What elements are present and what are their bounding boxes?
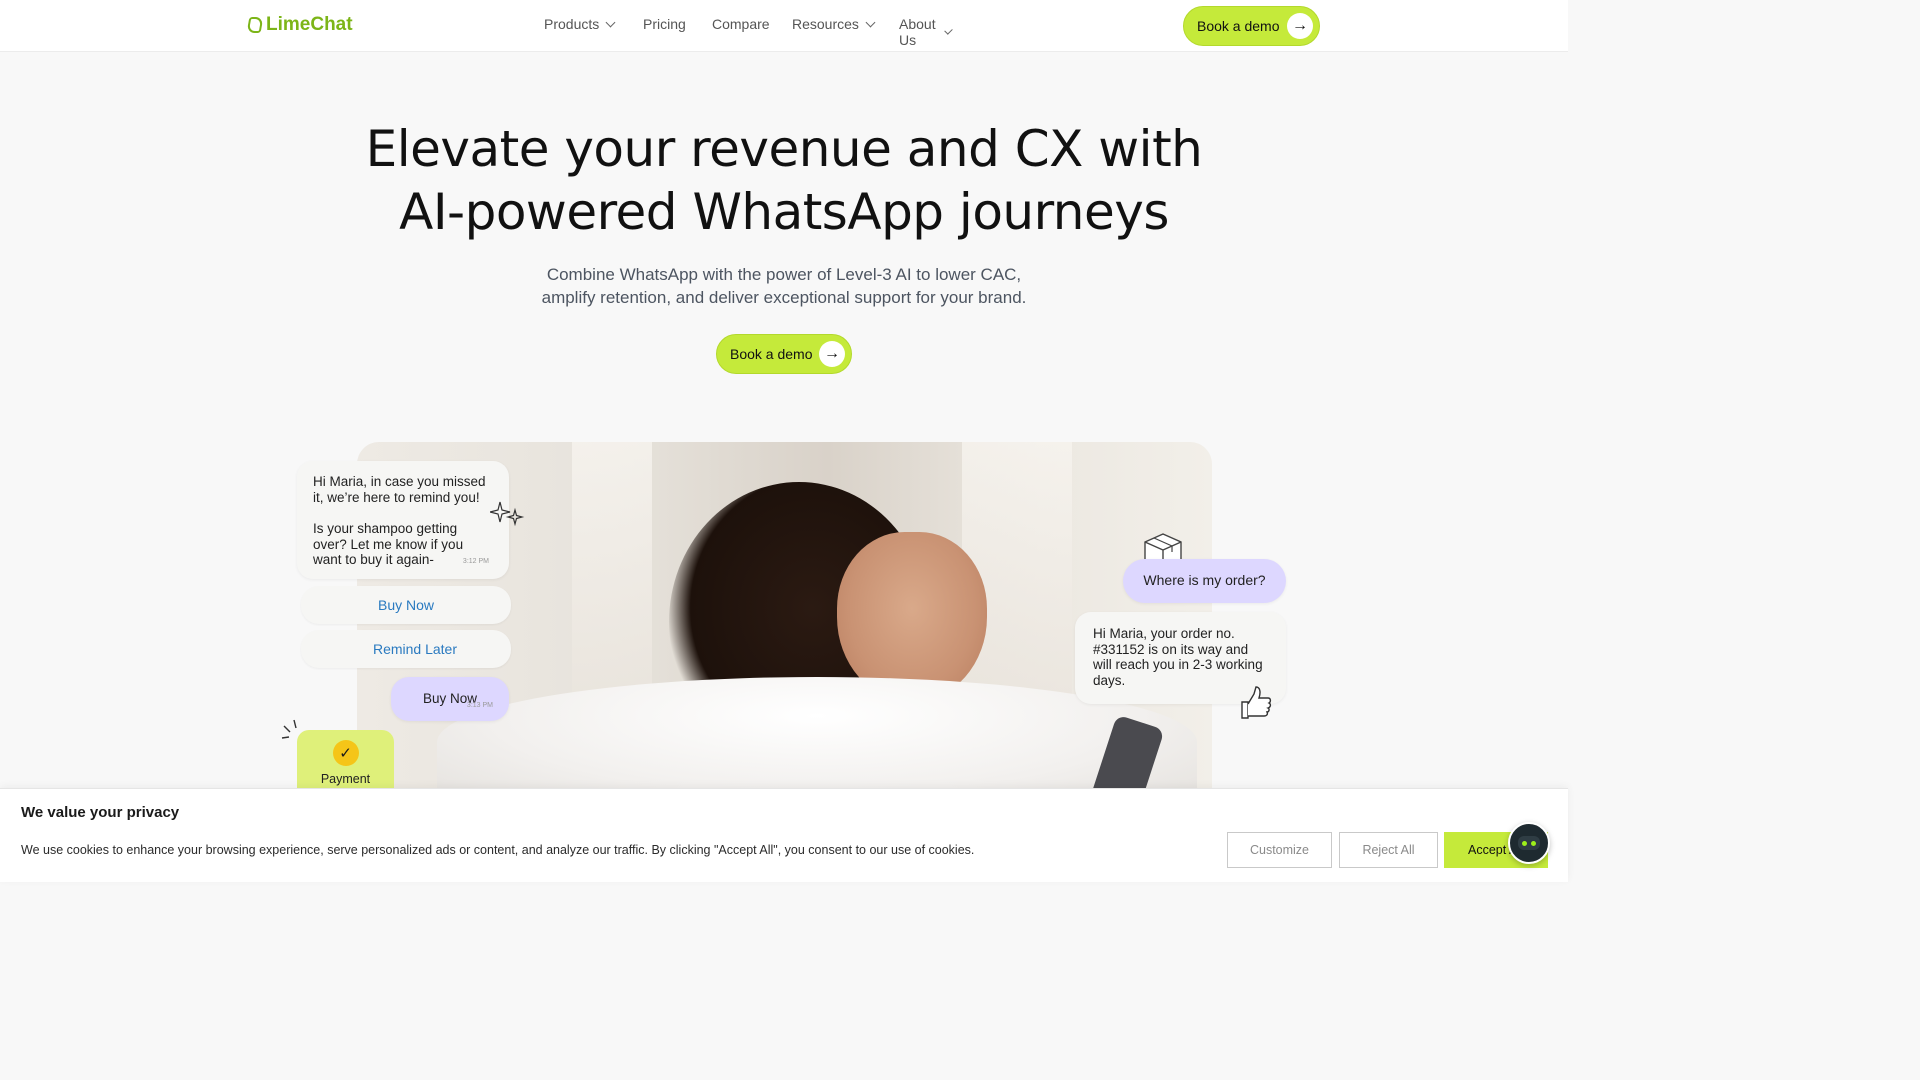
hero-title-line-2: AI-powered WhatsApp journeys xyxy=(399,183,1169,241)
chatbot-icon xyxy=(1518,836,1540,850)
button-label: Customize xyxy=(1249,843,1310,857)
nav-label: Resources xyxy=(792,16,859,32)
arrow-right-icon: → xyxy=(819,341,845,367)
hero-title-line-1: Elevate your revenue and CX with xyxy=(365,120,1203,178)
chatbot-launcher[interactable] xyxy=(1508,822,1550,864)
message-timestamp: 3:13 PM xyxy=(466,701,493,709)
nav-about-us[interactable]: About Us xyxy=(899,16,953,48)
nav-products[interactable]: Products xyxy=(544,16,616,32)
arrow-right-icon: → xyxy=(1287,13,1313,39)
order-question-bubble: Where is my order? xyxy=(1123,559,1286,603)
reminder-message-bubble: Hi Maria, in case you missed it, we’re h… xyxy=(297,461,509,579)
leaf-logo-icon xyxy=(246,17,264,33)
cookie-banner xyxy=(0,788,1568,882)
user-reply-bubble: Buy Now 3:13 PM xyxy=(391,677,509,721)
logo[interactable]: LimeChat xyxy=(246,14,353,36)
nav-label: About Us xyxy=(899,16,936,48)
nav-compare[interactable]: Compare xyxy=(712,16,770,32)
payment-label: Payment xyxy=(320,772,371,786)
reminder-text-1: Hi Maria, in case you missed it, we’re h… xyxy=(313,474,486,505)
header-book-demo-button[interactable]: Book a demo → xyxy=(1183,6,1320,46)
button-label: Book a demo xyxy=(730,346,813,362)
nav-label: Compare xyxy=(712,16,770,32)
quick-reply-buy-now[interactable]: Buy Now xyxy=(301,586,511,624)
hero-subtitle-line-1: Combine WhatsApp with the power of Level… xyxy=(546,265,1022,284)
customize-button[interactable]: Customize xyxy=(1227,832,1332,868)
bot-eye xyxy=(1522,840,1527,846)
order-question-text: Where is my order? xyxy=(1143,572,1266,589)
site-header: LimeChat Products Pricing Compare Resour… xyxy=(0,0,1568,52)
chevron-down-icon xyxy=(605,17,616,27)
cookie-title: We value your privacy xyxy=(21,804,180,821)
message-timestamp: 3:12 PM xyxy=(462,557,489,565)
quick-reply-remind-later[interactable]: Remind Later xyxy=(301,630,511,668)
button-label: Book a demo xyxy=(1197,18,1280,34)
thumbs-up-icon xyxy=(1241,686,1272,719)
hero-subtitle-line-2: amplify retention, and deliver exception… xyxy=(541,288,1027,307)
quick-reply-label: Buy Now xyxy=(377,597,435,613)
reject-all-button[interactable]: Reject All xyxy=(1339,832,1438,868)
bot-eye xyxy=(1531,840,1536,846)
order-answer-text: Hi Maria, your order no. #331152 is on i… xyxy=(1093,626,1263,688)
nav-resources[interactable]: Resources xyxy=(792,16,876,32)
nav-label: Pricing xyxy=(643,16,686,32)
button-label: Reject All xyxy=(1362,843,1415,857)
check-icon: ✓ xyxy=(332,740,359,766)
chevron-down-icon xyxy=(943,25,953,35)
hero-subtitle: Combine WhatsApp with the power of Level… xyxy=(484,263,1084,309)
chevron-down-icon xyxy=(865,17,876,27)
hero-book-demo-button[interactable]: Book a demo → xyxy=(716,334,852,374)
sparkle-icon xyxy=(490,501,525,527)
cookie-text: We use cookies to enhance your browsing … xyxy=(21,843,975,857)
nav-label: Products xyxy=(544,16,600,32)
nav-pricing[interactable]: Pricing xyxy=(643,16,686,32)
quick-reply-label: Remind Later xyxy=(372,641,458,657)
payment-card: ✓ Payment xyxy=(297,730,394,792)
hero-title: Elevate your revenue and CX with AI-powe… xyxy=(300,118,1268,244)
logo-text: LimeChat xyxy=(266,14,353,35)
